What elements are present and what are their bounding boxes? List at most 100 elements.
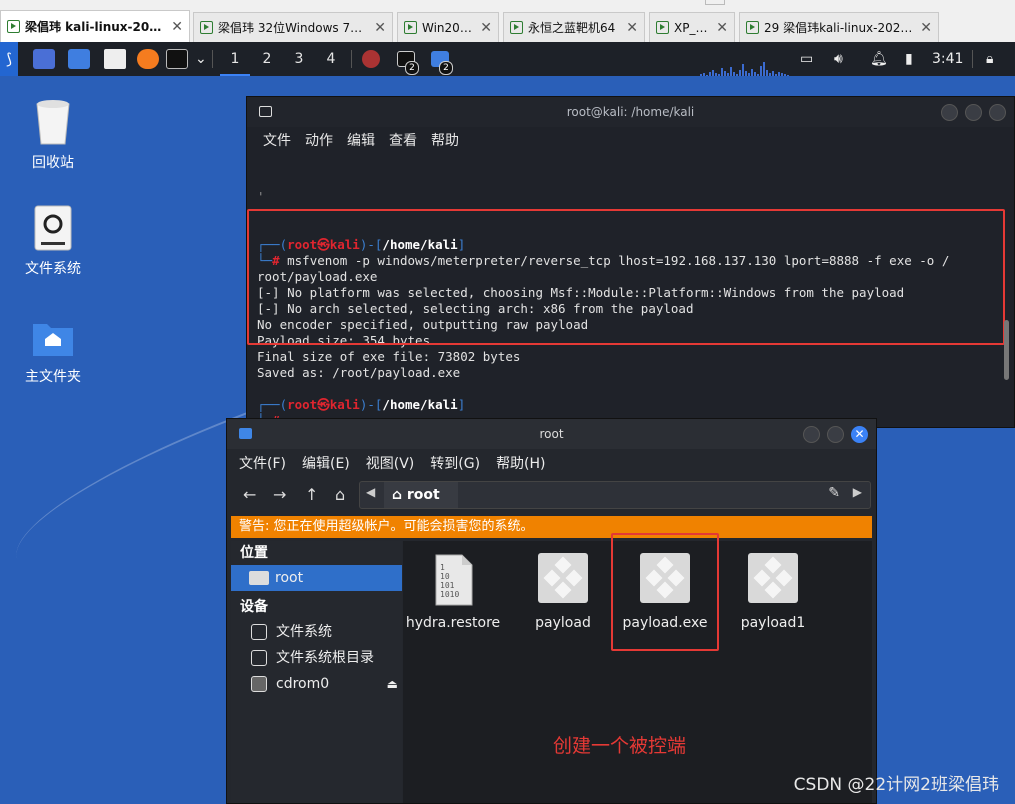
close-button[interactable]	[989, 104, 1006, 121]
menu-help[interactable]: 帮助(H)	[496, 453, 545, 473]
prompt-user: root	[287, 397, 318, 412]
path-segment-root[interactable]: ⌂ root	[384, 482, 458, 508]
close-button[interactable]: ✕	[851, 426, 868, 443]
tab-label: 永恒之蓝靶机64	[528, 21, 616, 35]
network-activity-graph	[700, 62, 789, 76]
sidebar-item-filesystem[interactable]: 文件系统	[231, 619, 402, 645]
close-icon[interactable]: ✕	[620, 20, 638, 36]
filemanager-window-count: 2	[439, 61, 453, 75]
menu-go[interactable]: 转到(G)	[430, 453, 480, 473]
terminal-titlebar[interactable]: root@kali: /home/kali	[247, 97, 1014, 127]
battery-icon[interactable]: ▮	[905, 42, 913, 76]
workspace-3[interactable]: 3	[284, 42, 314, 76]
minimize-button[interactable]	[803, 426, 820, 443]
forward-arrow-icon[interactable]: →	[273, 485, 286, 504]
terminal-window: root@kali: /home/kali 文件 动作 编辑 查看 帮助 ' ┌…	[246, 96, 1015, 428]
firefox-window-icon[interactable]	[362, 50, 380, 68]
menu-edit[interactable]: 编辑	[347, 130, 375, 150]
menu-edit[interactable]: 编辑(E)	[302, 453, 350, 473]
menu-file[interactable]: 文件	[263, 130, 291, 150]
network-activity-bar	[787, 75, 789, 76]
sidebar-item-label: 文件系统	[276, 624, 332, 640]
text-editor-launcher-icon[interactable]	[104, 49, 126, 69]
menu-help[interactable]: 帮助	[431, 130, 459, 150]
close-icon[interactable]: ✕	[474, 20, 492, 36]
tab-strip-handle	[705, 0, 725, 5]
sidebar-item-filesystem-root[interactable]: 文件系统根目录	[231, 645, 402, 671]
show-desktop-icon[interactable]	[33, 49, 55, 69]
back-arrow-icon[interactable]: ←	[243, 485, 256, 504]
file-item-payload[interactable]: payload	[513, 553, 613, 631]
volume-icon[interactable]: 🔊︎	[834, 42, 843, 76]
terminal-launcher-icon[interactable]	[166, 49, 188, 69]
path-left-chevron-icon[interactable]: ◀	[366, 485, 375, 499]
file-manager-launcher-icon[interactable]	[68, 49, 90, 69]
network-activity-bar	[751, 69, 753, 76]
workspace-4[interactable]: 4	[316, 42, 346, 76]
tab-win7[interactable]: 梁倡玮 32位Windows 7（密... ✕	[193, 12, 393, 42]
tab-eternalblue[interactable]: 永恒之蓝靶机64 ✕	[503, 12, 645, 42]
panel-separator	[351, 50, 352, 68]
terminal-window-count: 2	[405, 61, 419, 75]
tab-label: XP_en	[674, 20, 711, 35]
tab-kali-2022[interactable]: 梁倡玮 kali-linux-2022.1-... ✕	[0, 10, 190, 42]
close-icon[interactable]: ✕	[368, 20, 386, 36]
desktop-icon-label: 文件系统	[25, 261, 81, 277]
sidebar-item-cdrom0[interactable]: cdrom0 ⏏	[231, 671, 402, 697]
notification-bell-icon[interactable]: 🔔︎	[870, 42, 888, 76]
home-icon[interactable]: ⌂	[335, 485, 345, 504]
workspace-1[interactable]: 1	[220, 42, 250, 76]
file-item-hydra-restore[interactable]: 1 10 101 1010 hydra.restore	[403, 553, 503, 631]
tab-xp[interactable]: XP_en ✕	[649, 12, 735, 42]
file-name: hydra.restore	[405, 615, 501, 631]
executable-icon	[748, 553, 798, 607]
sidebar-item-root[interactable]: root	[231, 565, 402, 591]
network-activity-bar	[754, 72, 756, 76]
location-bar[interactable]: ◀ ⌂ root ✎ ▶	[359, 481, 871, 509]
file-manager-titlebar[interactable]: root ✕	[227, 419, 876, 449]
lock-icon[interactable]: 🔒︎	[986, 42, 993, 76]
close-icon[interactable]: ✕	[914, 20, 932, 36]
desktop-filesystem[interactable]: 文件系统	[8, 204, 98, 278]
desktop-home-folder[interactable]: 主文件夹	[8, 312, 98, 386]
file-name: payload	[535, 615, 591, 631]
menu-view[interactable]: 查看	[389, 130, 417, 150]
path-segment-label: root	[406, 487, 440, 503]
edit-path-icon[interactable]: ✎	[828, 485, 840, 501]
file-item-payload1[interactable]: payload1	[723, 553, 823, 631]
network-activity-bar	[709, 72, 711, 76]
tab-kali-2023[interactable]: 29 梁倡玮kali-linux-2023.1-v... ✕	[739, 12, 939, 42]
tab-win2003[interactable]: Win2003 ✕	[397, 12, 499, 42]
drive-icon	[31, 204, 75, 252]
menu-actions[interactable]: 动作	[305, 130, 333, 150]
minimize-button[interactable]	[941, 104, 958, 121]
network-activity-bar	[715, 73, 717, 76]
vm-icon	[656, 21, 669, 34]
maximize-button[interactable]	[827, 426, 844, 443]
eject-icon[interactable]: ⏏	[387, 671, 398, 697]
clock[interactable]: 3:41	[932, 42, 963, 76]
path-right-chevron-icon[interactable]: ▶	[853, 485, 862, 499]
chevron-down-icon[interactable]: ⌄	[195, 42, 207, 76]
firefox-launcher-icon[interactable]	[137, 49, 159, 69]
desktop-trash[interactable]: 回收站	[8, 98, 98, 172]
close-icon[interactable]: ✕	[710, 20, 728, 36]
display-icon[interactable]: ▭	[800, 42, 813, 76]
vm-tab-strip: 梁倡玮 kali-linux-2022.1-... ✕ 梁倡玮 32位Windo…	[0, 0, 1015, 43]
sidebar-item-label: root	[275, 570, 304, 586]
vm-icon	[746, 21, 759, 34]
executable-icon	[538, 553, 588, 607]
up-arrow-icon[interactable]: ↑	[305, 485, 318, 504]
menu-view[interactable]: 视图(V)	[366, 453, 415, 473]
menu-file[interactable]: 文件(F)	[239, 453, 286, 473]
maximize-button[interactable]	[965, 104, 982, 121]
network-activity-bar	[784, 74, 786, 76]
workspace-2[interactable]: 2	[252, 42, 282, 76]
window-title: root	[539, 427, 564, 441]
kali-menu-icon[interactable]: ⟆	[0, 42, 18, 76]
close-icon[interactable]: ✕	[165, 19, 183, 35]
network-activity-bar	[721, 68, 723, 76]
desktop-scrollbar[interactable]	[1004, 320, 1009, 380]
file-manager-window: root ✕ 文件(F) 编辑(E) 视图(V) 转到(G) 帮助(H) ← →…	[226, 418, 877, 804]
cdrom-icon	[251, 676, 267, 692]
